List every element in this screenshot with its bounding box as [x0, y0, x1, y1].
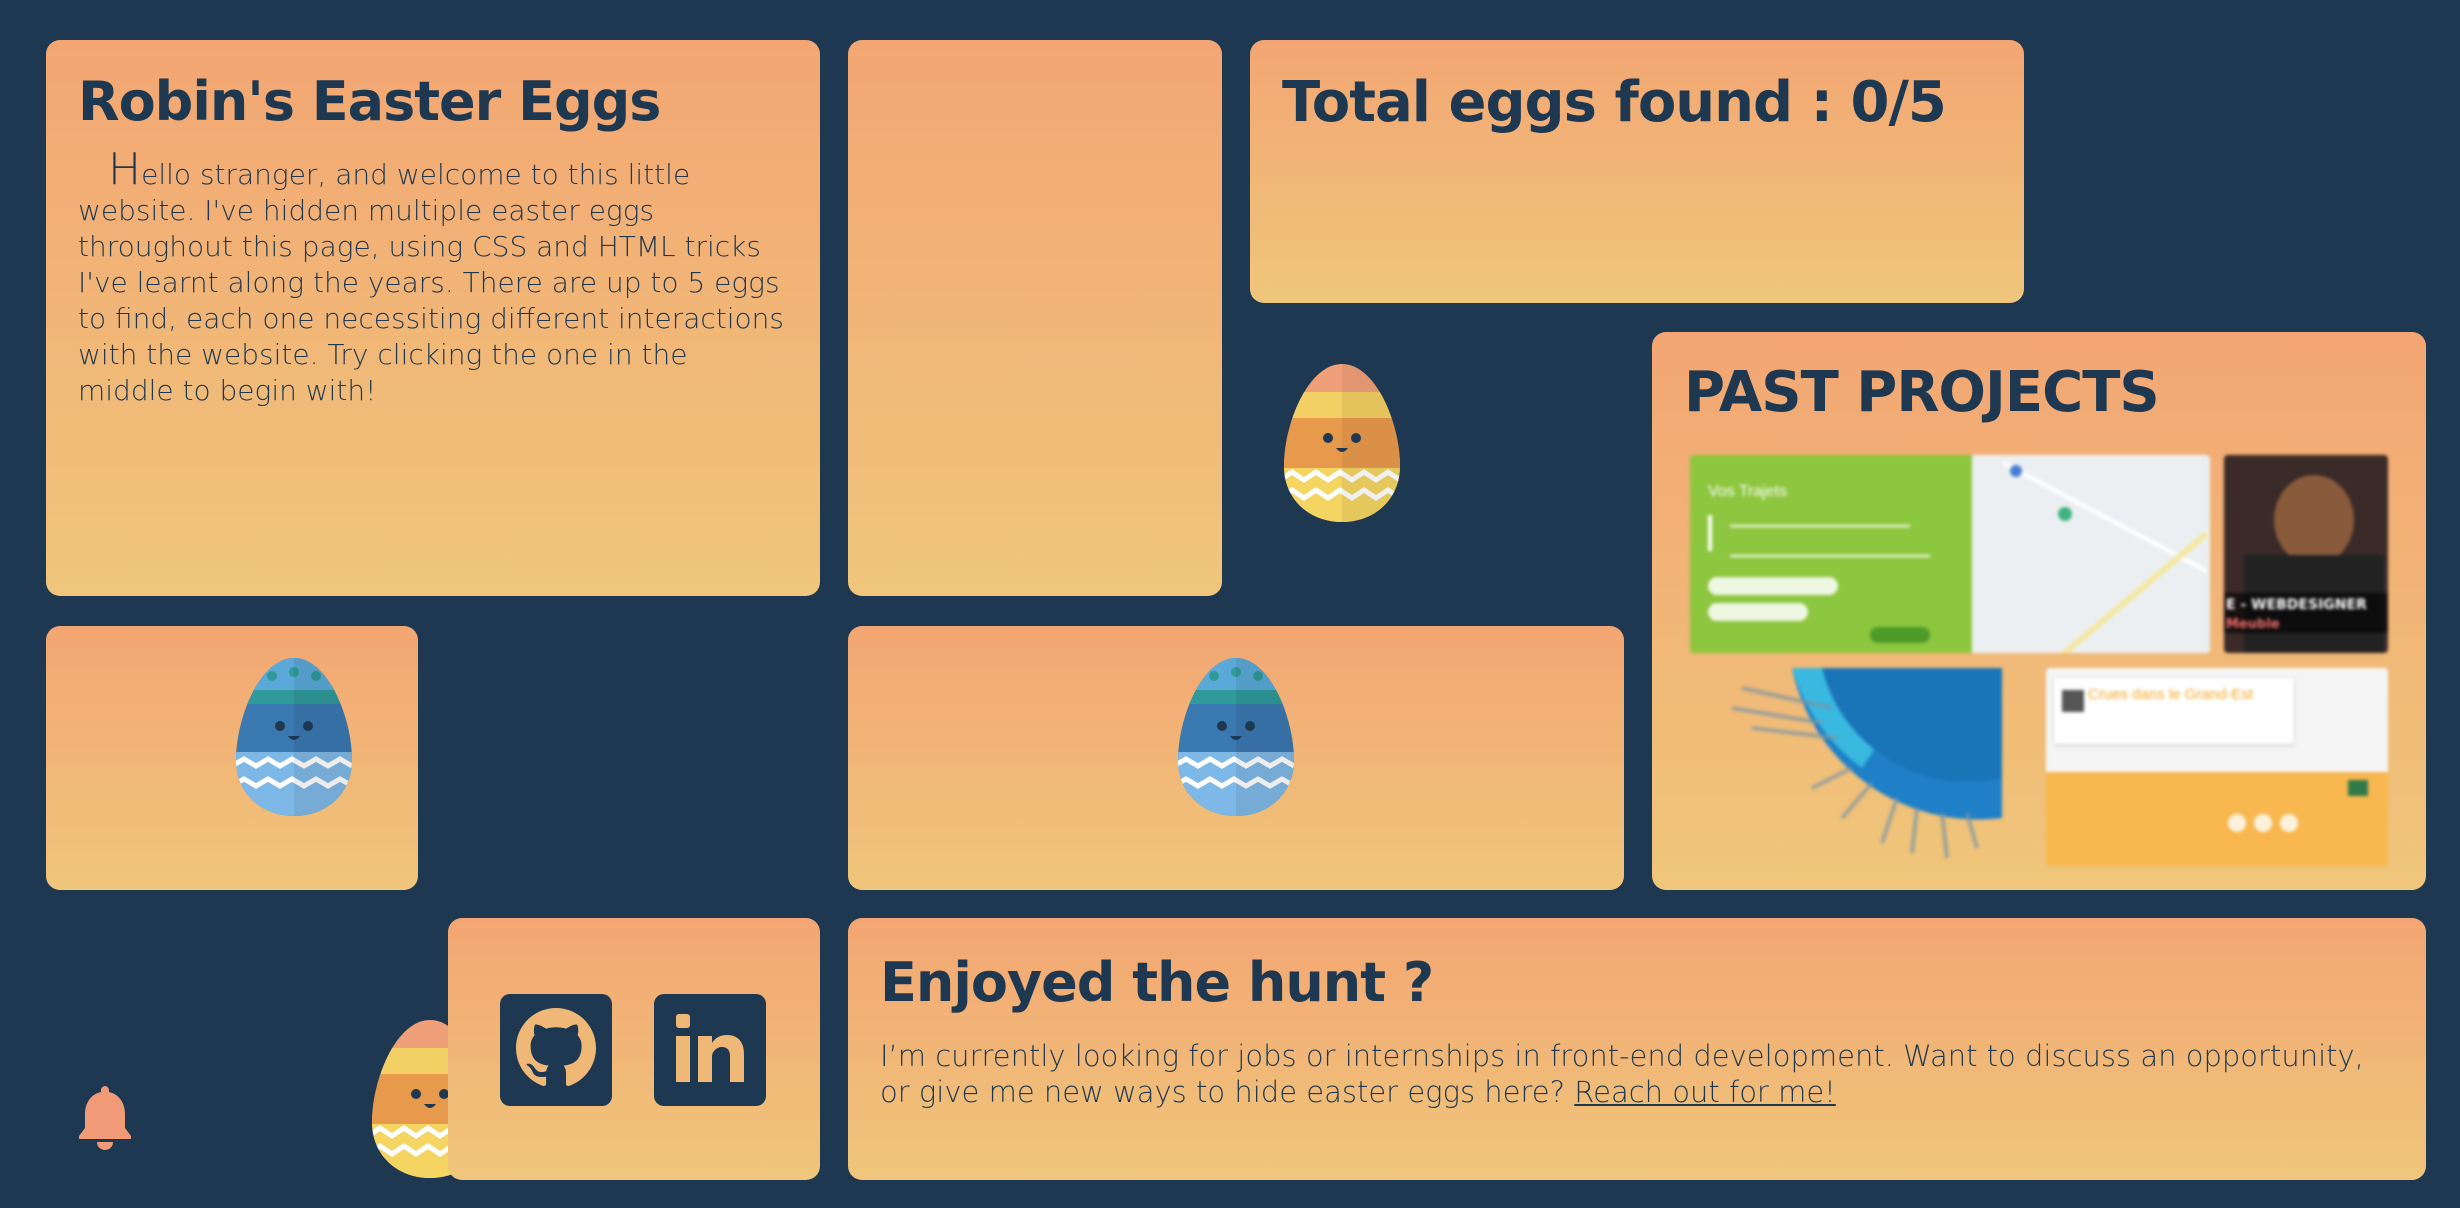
linkedin-link[interactable] [654, 994, 766, 1106]
intro-text: Hello stranger, and welcome to this litt… [78, 148, 788, 409]
contact-title: Enjoyed the hunt ? [880, 951, 1434, 1014]
counter-card: Total eggs found : 0/5 [1250, 40, 2024, 303]
project-crues-title: Crues dans le Grand-Est [2088, 686, 2254, 703]
project-sunburst-thumbnail[interactable] [1712, 668, 2034, 864]
project-webdesigner-sub: Meuble [2226, 617, 2280, 632]
github-link[interactable] [500, 994, 612, 1106]
eggs-counter: Total eggs found : 0/5 [1282, 70, 1947, 135]
project-trajets-thumbnail[interactable]: Vos Trajets [1690, 455, 2210, 653]
linkedin-icon [670, 1008, 750, 1092]
intro-paragraph: ello stranger, and welcome to this littl… [78, 158, 784, 407]
bell-icon[interactable] [74, 1082, 136, 1152]
reach-out-link[interactable]: Reach out for me! [1574, 1075, 1836, 1109]
social-card [448, 918, 820, 1180]
contact-card: Enjoyed the hunt ? I’m currently looking… [848, 918, 2426, 1180]
projects-title: PAST PROJECTS [1684, 360, 2160, 425]
project-crues-thumbnail[interactable]: Crues dans le Grand-Est [2046, 668, 2388, 866]
project-webdesigner-label: E - WEBDESIGNER [2226, 597, 2367, 613]
github-icon [516, 1008, 596, 1092]
egg-blue-icon[interactable] [232, 656, 356, 818]
egg-orange-icon[interactable] [1280, 362, 1404, 524]
intro-dropcap: H [108, 144, 142, 195]
egg-blue-icon[interactable] [1174, 656, 1298, 818]
project-trajets-title: Vos Trajets [1708, 483, 1788, 500]
blank-card-top [848, 40, 1222, 596]
intro-card: Robin's Easter Eggs Hello stranger, and … [46, 40, 820, 596]
site-title: Robin's Easter Eggs [78, 70, 661, 133]
contact-text: I’m currently looking for jobs or intern… [880, 1038, 2394, 1110]
project-webdesigner-thumbnail[interactable]: E - WEBDESIGNER Meuble [2224, 455, 2388, 653]
